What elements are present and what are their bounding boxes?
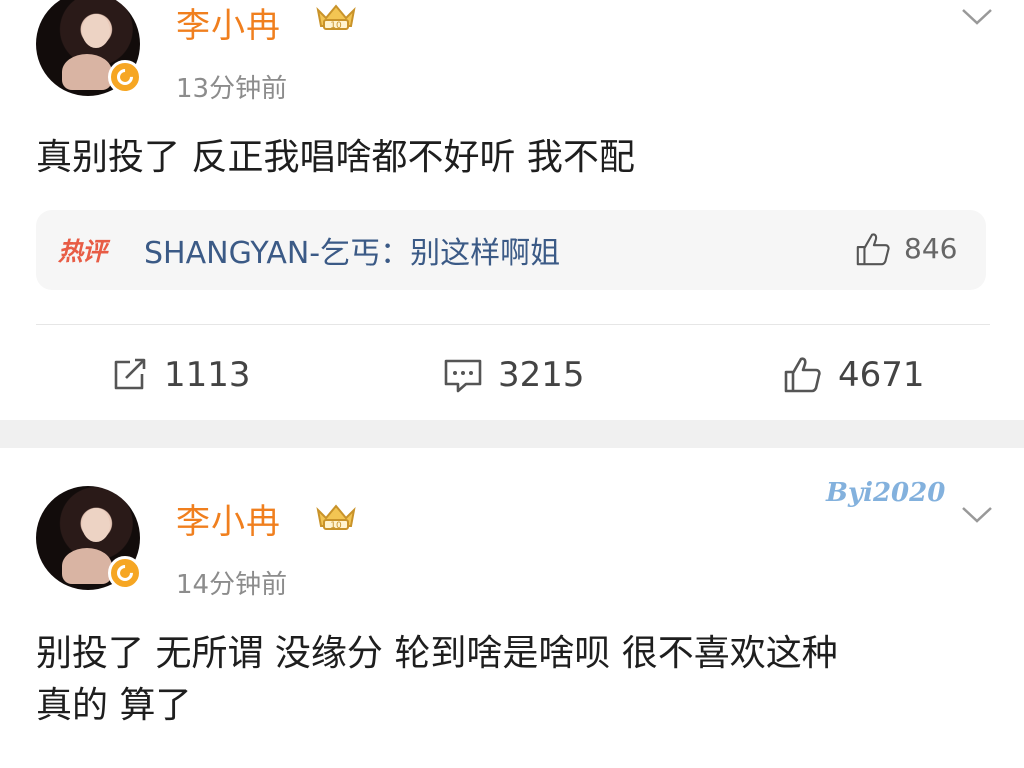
- weibo-post: 李小冉 10 14分钟前 Byi2020 别投了 无所谓 没缘分 轮到啥是啥呗 …: [0, 448, 1024, 768]
- hot-comment[interactable]: 热评 SHANGYAN-乞丐：别这样啊姐 846: [36, 210, 986, 290]
- post-timestamp: 13分钟前: [176, 74, 288, 104]
- avatar-face: [82, 508, 110, 542]
- repost-count: 1113: [164, 355, 251, 395]
- post-separator: [0, 420, 1024, 448]
- divider: [36, 324, 990, 325]
- hot-comment-text[interactable]: SHANGYAN-乞丐：别这样啊姐: [144, 228, 560, 272]
- avatar-shoulder: [62, 548, 112, 584]
- hot-comment-tag: 热评: [58, 237, 107, 266]
- content-line: 真的 算了: [36, 685, 192, 726]
- username[interactable]: 李小冉: [176, 0, 281, 47]
- thumbs-up-icon: [784, 357, 821, 393]
- crown-badge-icon[interactable]: 10: [314, 502, 358, 532]
- chevron-down-icon[interactable]: [960, 502, 994, 526]
- like-button[interactable]: 4671: [782, 350, 925, 400]
- verified-badge-icon: [108, 556, 142, 590]
- content-line: 别投了 无所谓 没缘分 轮到啥是啥呗 很不喜欢这种: [36, 633, 838, 674]
- comment-count: 3215: [498, 355, 585, 395]
- svg-text:10: 10: [330, 21, 342, 31]
- username[interactable]: 李小冉: [176, 494, 281, 543]
- like-count: 4671: [838, 355, 925, 395]
- chevron-down-icon[interactable]: [960, 4, 994, 28]
- hot-comment-like-count: 846: [904, 232, 958, 265]
- weibo-post: 李小冉 10 13分钟前 真别投了 反正我唱啥都不好听 我不配 热评 SHANG…: [0, 0, 1024, 420]
- avatar-shoulder: [62, 54, 112, 90]
- svg-text:10: 10: [330, 521, 342, 531]
- verified-badge-icon: [108, 60, 142, 94]
- comment-button[interactable]: 3215: [442, 350, 585, 400]
- crown-badge-icon[interactable]: 10: [314, 2, 358, 32]
- post-content: 真别投了 反正我唱啥都不好听 我不配: [36, 132, 986, 184]
- repost-button[interactable]: 1113: [108, 350, 251, 400]
- post-content: 别投了 无所谓 没缘分 轮到啥是啥呗 很不喜欢这种 真的 算了: [36, 628, 986, 732]
- content-line: 真别投了 反正我唱啥都不好听 我不配: [36, 137, 635, 178]
- decorative-card-watermark: Byi2020: [826, 478, 946, 508]
- repost-icon: [114, 358, 146, 390]
- comment-icon: [444, 359, 482, 393]
- thumbs-up-icon[interactable]: [854, 230, 892, 268]
- avatar-face: [82, 14, 110, 48]
- post-timestamp: 14分钟前: [176, 570, 288, 600]
